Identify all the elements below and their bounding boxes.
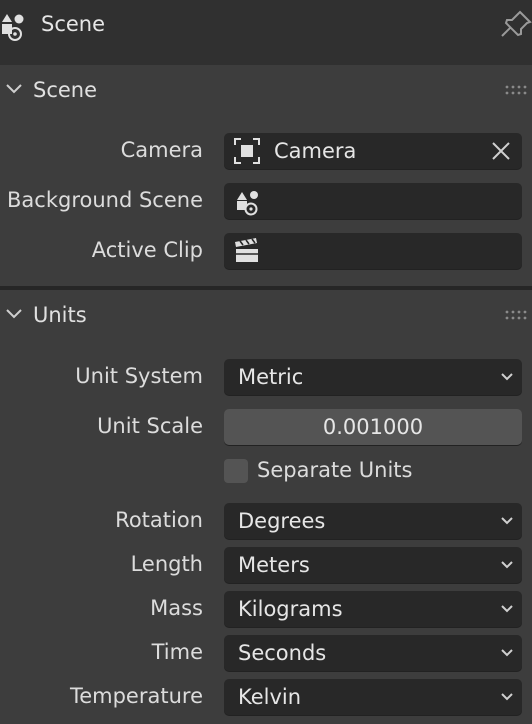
drag-grip-icon[interactable] — [505, 309, 527, 321]
clip-icon — [235, 238, 258, 262]
separate-units-label[interactable]: Separate Units — [257, 456, 412, 484]
clear-icon[interactable] — [490, 140, 512, 162]
unit-system-label: Unit System — [75, 364, 203, 388]
camera-value: Camera — [274, 139, 357, 163]
pin-icon[interactable] — [500, 8, 532, 42]
active-clip-label: Active Clip — [91, 238, 203, 262]
background-scene-label: Background Scene — [7, 188, 203, 212]
scene-panel: Scene Camera Camera Background Scene Act… — [0, 65, 532, 286]
length-label: Length — [130, 552, 203, 576]
units-panel: Units Unit System Metric Unit Scale 0.00… — [0, 290, 532, 724]
unit-scale-field[interactable]: 0.001000 — [224, 409, 522, 445]
temperature-dropdown[interactable]: Kelvin — [224, 679, 522, 715]
camera-field[interactable]: Camera — [224, 133, 522, 169]
length-value: Meters — [238, 553, 310, 577]
length-dropdown[interactable]: Meters — [224, 547, 522, 583]
rotation-value: Degrees — [238, 509, 326, 533]
mass-dropdown[interactable]: Kilograms — [224, 591, 522, 627]
temperature-value: Kelvin — [238, 685, 302, 709]
scene-icon — [237, 191, 258, 216]
mass-value: Kilograms — [238, 597, 343, 621]
chevron-down-icon — [501, 561, 513, 569]
camera-label: Camera — [120, 138, 203, 162]
camera-object-icon — [234, 138, 260, 164]
unit-scale-label: Unit Scale — [97, 414, 203, 438]
mass-label: Mass — [150, 596, 203, 620]
scene-panel-title: Scene — [33, 78, 98, 102]
units-panel-title: Units — [33, 303, 87, 327]
temperature-label: Temperature — [69, 684, 203, 708]
properties-header: Scene — [0, 0, 532, 58]
rotation-dropdown[interactable]: Degrees — [224, 503, 522, 539]
time-value: Seconds — [238, 641, 327, 665]
time-label: Time — [151, 640, 203, 664]
chevron-down-icon — [501, 373, 513, 381]
unit-system-dropdown[interactable]: Metric — [224, 359, 522, 395]
scene-panel-header[interactable]: Scene — [0, 65, 532, 115]
rotation-label: Rotation — [115, 508, 203, 532]
chevron-down-icon — [501, 605, 513, 613]
scene-icon — [2, 14, 24, 41]
chevron-down-icon — [501, 649, 513, 657]
chevron-down-icon — [6, 84, 22, 94]
units-panel-header[interactable]: Units — [0, 290, 532, 340]
background-scene-field[interactable] — [224, 183, 522, 219]
drag-grip-icon[interactable] — [505, 84, 527, 96]
chevron-down-icon — [501, 693, 513, 701]
chevron-down-icon — [501, 517, 513, 525]
header-title: Scene — [41, 12, 106, 36]
separate-units-checkbox[interactable] — [224, 459, 248, 483]
time-dropdown[interactable]: Seconds — [224, 635, 522, 671]
active-clip-field[interactable] — [224, 233, 522, 269]
unit-scale-value: 0.001000 — [322, 415, 424, 439]
chevron-down-icon — [6, 309, 22, 319]
unit-system-value: Metric — [238, 365, 304, 389]
